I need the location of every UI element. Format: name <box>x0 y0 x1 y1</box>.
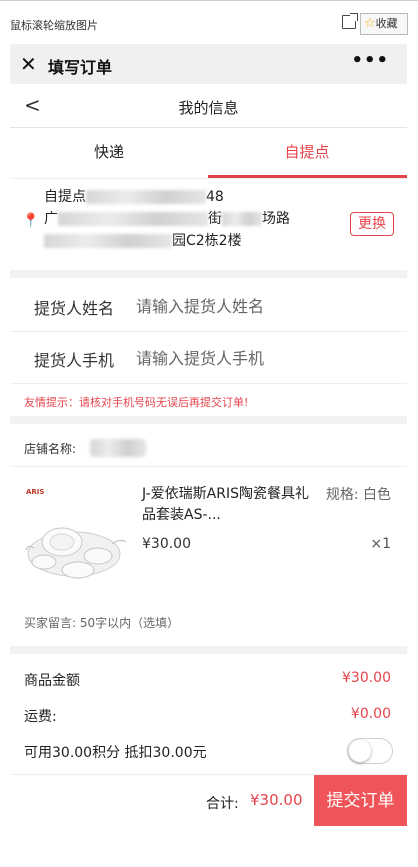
address-line-2-prefix: 广 <box>44 211 58 227</box>
buyer-message-input[interactable] <box>79 616 320 630</box>
reminder-text: 友情提示：请核对手机号码无误后再提交订单! <box>24 396 249 409</box>
checkout-bar: 合计: ¥30.00 提交订单 <box>10 774 407 827</box>
product-name: J-爱依瑞斯ARIS陶瓷餐具礼品套装AS-... <box>142 486 310 523</box>
submit-order-button[interactable]: 提交订单 <box>314 775 407 827</box>
address-line-1-prefix: 自提点 <box>44 189 86 205</box>
redacted-text <box>86 190 206 204</box>
points-label: 可用30.00积分 抵扣30.00元 <box>24 745 207 761</box>
pickup-name-row: 提货人姓名 <box>10 280 407 332</box>
zoom-hint: 鼠标滚轮缩放图片 <box>10 19 98 32</box>
toggle-knob <box>349 740 371 762</box>
pickup-phone-label: 提货人手机 <box>34 351 115 370</box>
delivery-tabs: 快递 自提点 <box>10 128 407 178</box>
total-label: 合计: <box>206 796 239 812</box>
address-line-3: 园C2栋2楼 <box>44 230 242 250</box>
location-pin-icon: 📍 <box>22 213 40 229</box>
product-quantity: ×1 <box>370 536 391 552</box>
pickup-phone-input[interactable] <box>136 340 396 376</box>
redacted-text <box>58 212 208 226</box>
pickup-name-label: 提货人姓名 <box>34 299 115 318</box>
shipping-row: 运费: ¥0.00 <box>10 698 407 732</box>
favorite-button[interactable]: ☆收藏 <box>360 13 408 35</box>
bottom-blank <box>10 826 407 867</box>
order-form: < 我的信息 快递 自提点 📍 自提点 48 广 街 场路 园C2栋2楼 更换 提货人… <box>10 84 407 827</box>
pickup-address[interactable]: 📍 自提点 48 广 街 场路 园C2栋2楼 更换 <box>10 178 407 270</box>
image-viewer-bar: 鼠标滚轮缩放图片 ☆收藏 <box>0 0 418 44</box>
store-label: 店铺名称: <box>24 442 77 456</box>
address-line-1: 自提点 48 <box>44 186 224 206</box>
product-spec: 规格: 白色 <box>325 487 391 503</box>
brand-logo: ARIS <box>26 488 45 496</box>
goods-amount-value: ¥30.00 <box>342 670 391 686</box>
nav-bar: < 我的信息 <box>10 84 407 128</box>
shipping-label: 运费: <box>24 709 57 725</box>
mini-app-titlebar: ✕ 填写订单 ••• <box>10 44 407 84</box>
redacted-text <box>222 212 262 226</box>
store-row: 店铺名称: <box>10 429 407 467</box>
address-line-2-mid: 街 <box>208 211 222 227</box>
divider <box>10 416 407 424</box>
points-row: 可用30.00积分 抵扣30.00元 <box>10 734 407 768</box>
points-toggle[interactable] <box>347 738 393 764</box>
tab-pickup-point[interactable]: 自提点 <box>208 128 406 178</box>
total-amount: ¥30.00 <box>250 791 303 809</box>
page-title: 填写订单 <box>48 58 113 77</box>
pickup-name-input[interactable] <box>136 288 396 324</box>
divider <box>10 646 407 654</box>
change-address-button[interactable]: 更换 <box>350 212 394 236</box>
buyer-message-row: 买家留言: <box>24 614 320 631</box>
close-icon[interactable]: ✕ <box>20 52 37 76</box>
goods-amount-label: 商品金额 <box>24 673 80 689</box>
tab-express[interactable]: 快递 <box>10 128 208 178</box>
product-item[interactable]: ARIS J-爱依瑞斯ARIS陶瓷餐具礼品套装AS-... 规格: 白色 ¥30… <box>10 474 407 604</box>
address-line-2: 广 街 场路 <box>44 208 290 228</box>
divider <box>10 270 407 278</box>
shipping-value: ¥0.00 <box>350 706 391 722</box>
product-image <box>25 527 127 579</box>
pickup-phone-row: 提货人手机 <box>10 332 407 384</box>
address-line-2-suffix: 场路 <box>262 211 290 227</box>
open-external-icon[interactable] <box>342 13 358 29</box>
nav-title: 我的信息 <box>178 99 239 117</box>
right-edge <box>407 44 418 867</box>
star-icon: ☆ <box>364 16 376 31</box>
more-menu-button[interactable]: ••• <box>351 50 389 71</box>
redacted-store-name <box>90 439 146 457</box>
address-line-1-suffix: 48 <box>206 189 224 205</box>
buyer-message-label: 买家留言: <box>24 616 77 630</box>
goods-amount-row: 商品金额 ¥30.00 <box>10 662 407 696</box>
address-line-3-suffix: 园C2栋2楼 <box>172 233 242 249</box>
redacted-text <box>44 234 172 248</box>
product-price: ¥30.00 <box>142 536 191 552</box>
favorite-label: 收藏 <box>375 17 398 30</box>
